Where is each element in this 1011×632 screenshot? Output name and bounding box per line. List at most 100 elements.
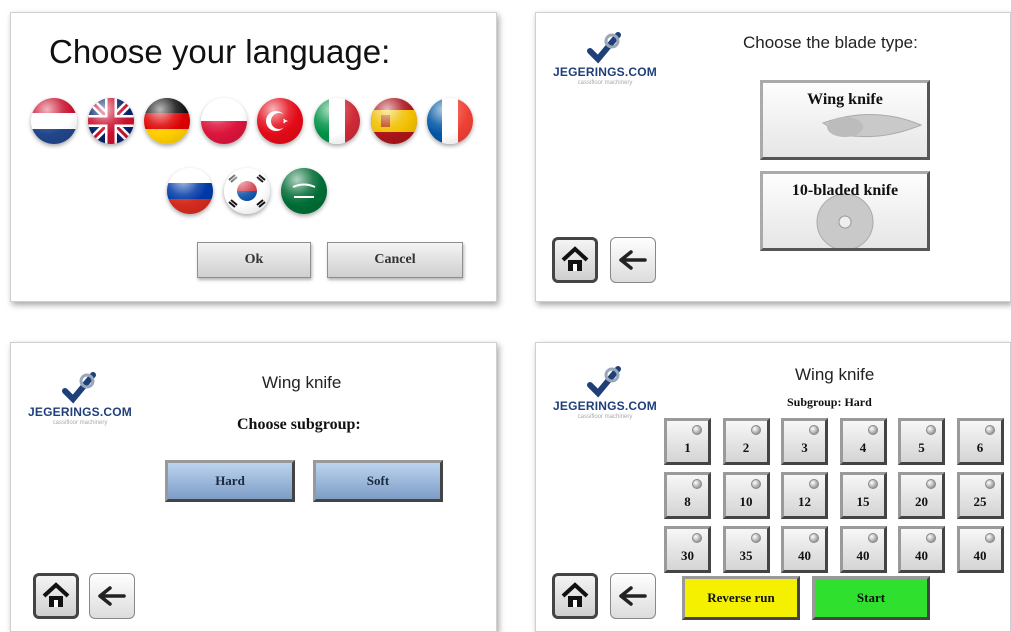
indicator-led-icon — [692, 479, 702, 489]
language-title: Choose your language: — [49, 33, 391, 70]
indicator-led-icon — [692, 533, 702, 543]
back-arrow-icon — [619, 586, 647, 606]
indicator-led-icon — [809, 479, 819, 489]
indicator-led-icon — [926, 479, 936, 489]
value-button[interactable]: 40 — [781, 526, 828, 573]
poland-flag[interactable] — [201, 98, 247, 144]
start-button[interactable]: Start — [812, 576, 930, 620]
value-button[interactable]: 25 — [956, 472, 1004, 519]
value-button[interactable]: 35 — [722, 526, 770, 573]
value-button[interactable]: 20 — [898, 472, 945, 519]
value-label: 40 — [798, 548, 811, 563]
indicator-led-icon — [926, 425, 936, 435]
indicator-led-icon — [867, 533, 878, 543]
soft-button[interactable]: Soft — [313, 460, 443, 502]
turkey-flag[interactable] — [257, 98, 303, 144]
home-button[interactable] — [552, 573, 598, 619]
value-button[interactable]: 6 — [956, 418, 1004, 465]
indicator-led-icon — [750, 533, 761, 543]
logo-brand: JEGERINGS.COM — [553, 65, 657, 79]
value-button[interactable]: 40 — [956, 526, 1004, 573]
russia-flag[interactable] — [167, 168, 213, 214]
indicator-led-icon — [984, 479, 995, 489]
logo-brand: JEGERINGS.COM — [28, 405, 132, 419]
reverse-run-button[interactable]: Reverse run — [682, 576, 800, 620]
logo-tagline: cassifloor machinery — [52, 420, 108, 426]
subgroup-heading: Choose subgroup: — [237, 416, 361, 433]
jegerings-logo: JEGERINGS.COM cassifloor machinery — [25, 371, 135, 441]
indicator-led-icon — [867, 479, 878, 489]
indicator-led-icon — [750, 425, 761, 435]
value-label: 10 — [739, 494, 753, 509]
indicator-led-icon — [926, 533, 936, 543]
value-button[interactable]: 1 — [664, 418, 711, 465]
blade-type-panel: JEGERINGS.COM cassifloor machinery Choos… — [535, 12, 1011, 302]
italy-flag[interactable] — [314, 98, 360, 144]
cancel-button[interactable]: Cancel — [327, 242, 463, 278]
value-button[interactable]: 4 — [839, 418, 887, 465]
home-icon — [561, 246, 589, 271]
home-button[interactable] — [33, 573, 79, 619]
indicator-led-icon — [984, 425, 995, 435]
germany-flag[interactable] — [144, 98, 190, 144]
logo-mark-icon — [587, 366, 621, 398]
back-button[interactable] — [610, 237, 656, 283]
value-label: 35 — [739, 548, 753, 563]
value-label: 12 — [798, 494, 811, 509]
value-button[interactable]: 2 — [722, 418, 770, 465]
hard-button[interactable]: Hard — [165, 460, 295, 502]
value-button[interactable]: 40 — [898, 526, 945, 573]
value-button[interactable]: 30 — [664, 526, 711, 573]
value-button[interactable]: 3 — [781, 418, 828, 465]
indicator-led-icon — [984, 533, 995, 543]
jegerings-logo: JEGERINGS.COM cassifloor machinery — [550, 365, 660, 435]
subgroup-panel: JEGERINGS.COM cassifloor machinery Wing … — [10, 342, 497, 632]
south-korea-flag[interactable] — [224, 168, 270, 214]
value-label: 5 — [918, 440, 925, 455]
uk-flag[interactable] — [88, 98, 134, 144]
value-label: 1 — [684, 440, 691, 455]
value-label: 3 — [801, 440, 808, 455]
value-label: 30 — [681, 548, 694, 563]
value-button[interactable]: 8 — [664, 472, 711, 519]
indicator-led-icon — [692, 425, 702, 435]
settings-title: Wing knife — [795, 365, 875, 384]
value-label: 40 — [973, 548, 987, 563]
ten-bladed-knife-label: 10-bladed knife — [791, 182, 899, 199]
indicator-led-icon — [809, 533, 819, 543]
netherlands-flag[interactable] — [31, 98, 77, 144]
wing-knife-button[interactable]: Wing knife — [760, 80, 930, 160]
back-button[interactable] — [89, 573, 135, 619]
home-icon — [42, 582, 70, 607]
value-label: 6 — [976, 440, 984, 455]
subgroup-title: Wing knife — [262, 373, 342, 392]
ten-bladed-knife-button[interactable]: 10-bladed knife — [760, 171, 930, 251]
value-button[interactable]: 5 — [898, 418, 945, 465]
logo-mark-icon — [62, 372, 96, 404]
settings-subtitle: Subgroup: Hard — [787, 395, 872, 409]
value-button[interactable]: 15 — [839, 472, 887, 519]
blade-title: Choose the blade type: — [743, 33, 918, 52]
value-button[interactable]: 12 — [781, 472, 828, 519]
saudi-arabia-flag[interactable] — [281, 168, 327, 214]
back-button[interactable] — [610, 573, 656, 619]
back-arrow-icon — [98, 586, 126, 606]
value-button[interactable]: 40 — [839, 526, 887, 573]
indicator-led-icon — [867, 425, 878, 435]
jegerings-logo: JEGERINGS.COM cassifloor machinery — [550, 31, 660, 101]
value-label: 40 — [856, 548, 870, 563]
indicator-led-icon — [750, 479, 761, 489]
value-label: 4 — [859, 440, 867, 455]
logo-tagline: cassifloor machinery — [577, 414, 633, 420]
ok-button[interactable]: Ok — [197, 242, 311, 278]
value-label: 2 — [742, 440, 750, 455]
logo-brand: JEGERINGS.COM — [553, 399, 657, 413]
settings-panel: JEGERINGS.COM cassifloor machinery Wing … — [535, 342, 1011, 632]
spain-flag[interactable] — [371, 98, 417, 144]
value-label: 15 — [856, 494, 870, 509]
home-button[interactable] — [552, 237, 598, 283]
france-flag[interactable] — [427, 98, 473, 144]
value-button[interactable]: 10 — [722, 472, 770, 519]
value-label: 8 — [684, 494, 691, 509]
logo-mark-icon — [587, 32, 621, 64]
